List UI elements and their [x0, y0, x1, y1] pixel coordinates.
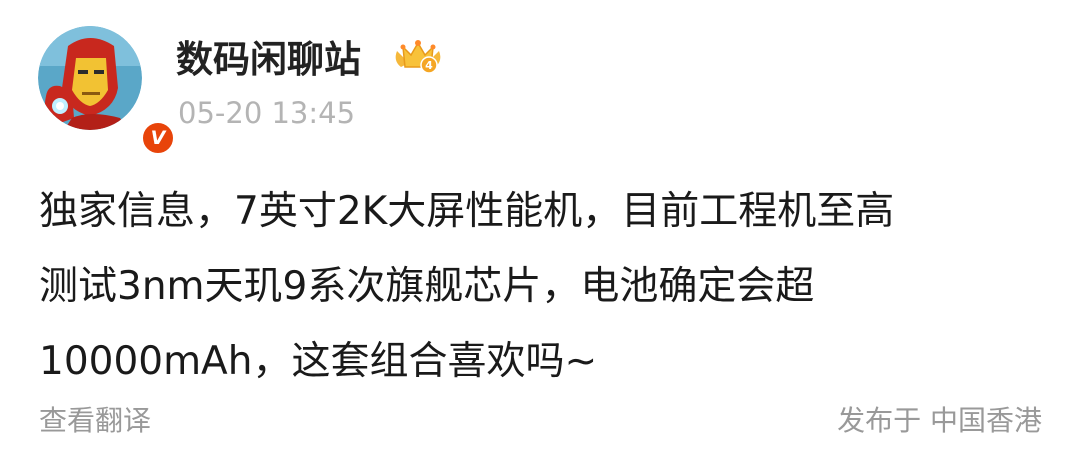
view-translation-link[interactable]: 查看翻译 [39, 403, 151, 439]
post-content: 独家信息，7英寸2K大屏性能机，目前工程机至高 测试3nm天玑9系次旗舰芯片，电… [39, 174, 1049, 399]
iron-man-avatar-icon [38, 26, 142, 130]
post-content-line: 10000mAh，这套组合喜欢吗~ [39, 339, 598, 384]
crown-level-badge-icon[interactable]: 4 [391, 35, 445, 75]
author-name[interactable]: 数码闲聊站 [176, 38, 361, 82]
verified-badge-icon: V [140, 120, 176, 156]
avatar[interactable]: V [38, 26, 176, 156]
rank-level-text: 4 [425, 59, 433, 72]
post-timestamp: 05-20 13:45 [178, 96, 356, 130]
post-content-line: 测试3nm天玑9系次旗舰芯片，电池确定会超 [39, 264, 815, 309]
post-location: 发布于 中国香港 [837, 404, 1042, 437]
post-content-line: 独家信息，7英寸2K大屏性能机，目前工程机至高 [39, 189, 895, 234]
